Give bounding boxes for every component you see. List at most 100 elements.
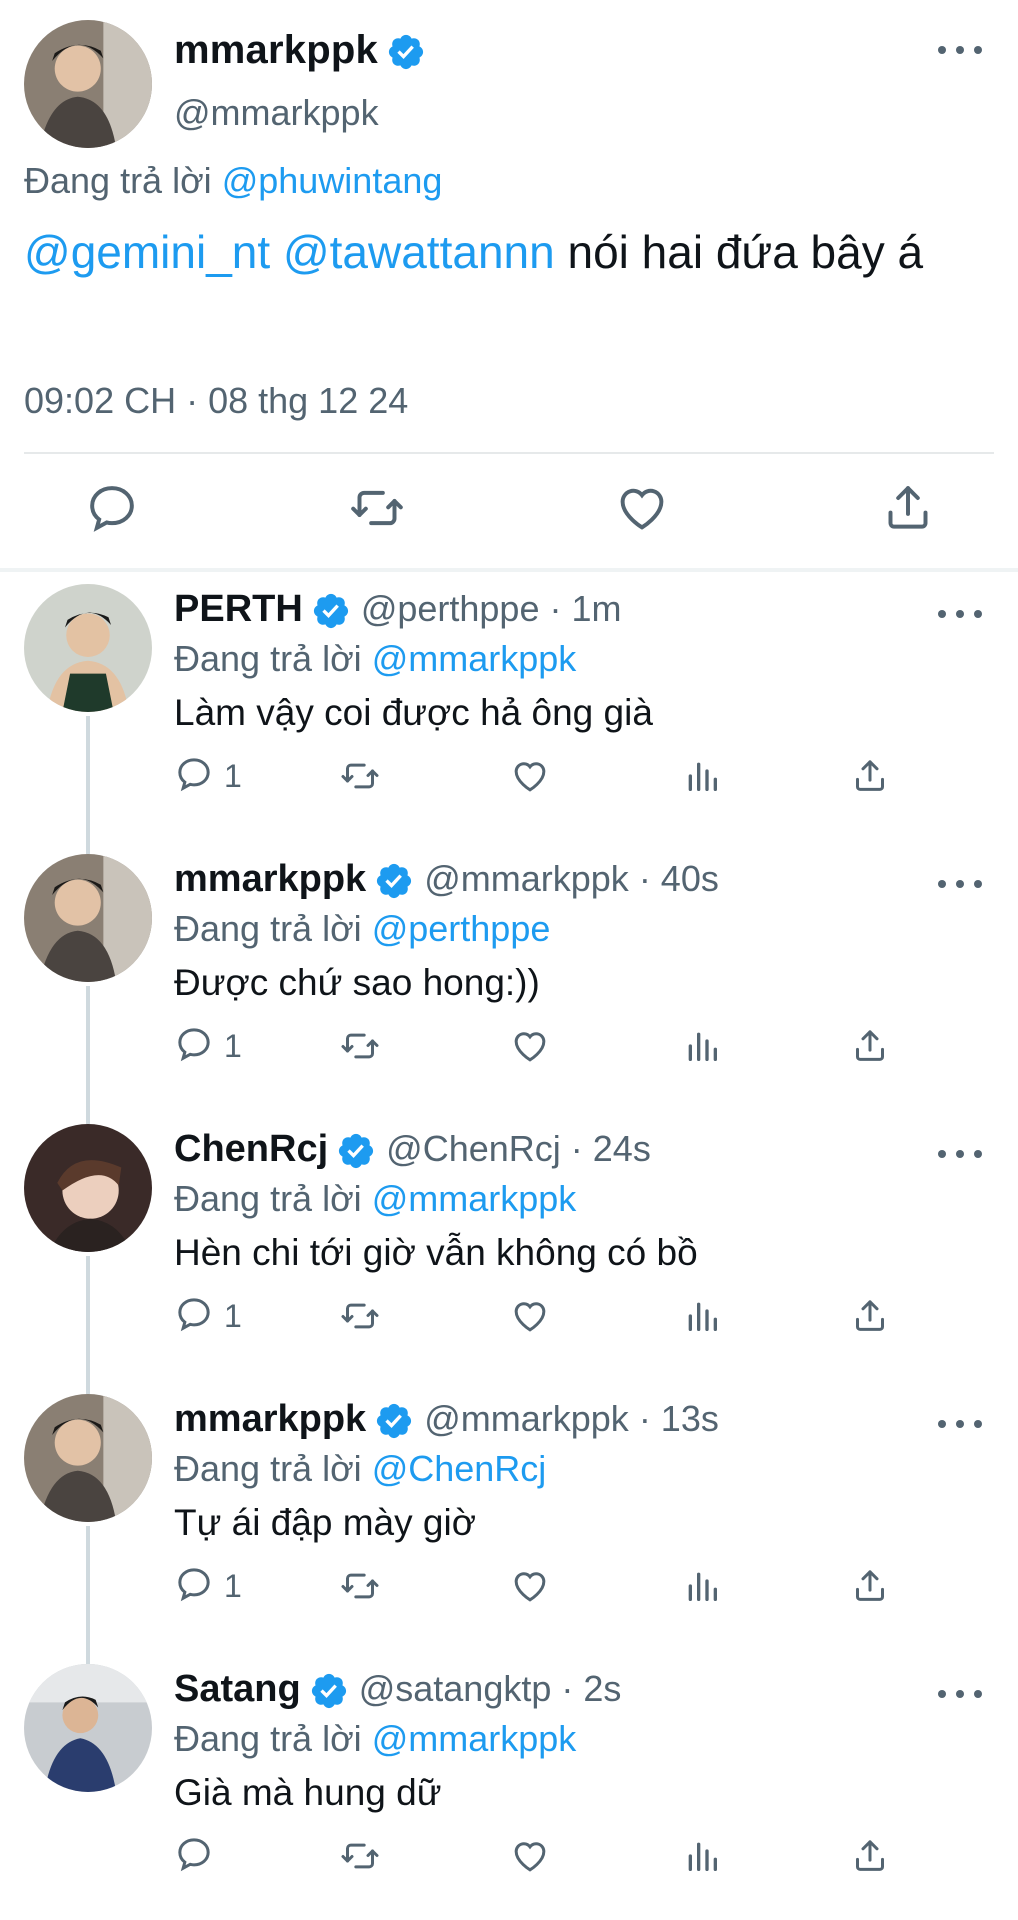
replying-to-mention[interactable]: @mmarkppk [372, 1178, 577, 1219]
reply-header: ChenRcj @ChenRcj · 24s [174, 1128, 651, 1171]
verified-badge-icon [309, 1671, 349, 1711]
reply-tweet[interactable]: mmarkppk @mmarkppk · 13s Đang trả lời @C… [0, 1394, 1018, 1634]
avatar[interactable] [24, 20, 152, 148]
reply-header: mmarkppk @mmarkppk · 40s [174, 858, 719, 901]
share-icon[interactable] [850, 1564, 890, 1608]
author-name[interactable]: mmarkppk [174, 858, 366, 900]
retweet-icon[interactable] [340, 1834, 380, 1878]
reply-time: · 1m [549, 588, 622, 629]
retweet-icon[interactable] [349, 480, 405, 536]
reply-icon[interactable] [84, 480, 140, 536]
reply-icon [174, 1294, 214, 1339]
retweet-icon[interactable] [340, 1294, 380, 1338]
share-icon[interactable] [850, 754, 890, 798]
reply-action-bar: 1 [174, 754, 914, 798]
replying-to: Đang trả lời @ChenRcj [174, 1448, 547, 1489]
avatar[interactable] [24, 584, 152, 712]
replying-to-mention[interactable]: @perthppe [372, 908, 551, 949]
mention-link[interactable]: @tawattannn [283, 226, 555, 278]
section-separator [0, 568, 1018, 572]
reply-text: Được chứ sao hong:)) [174, 962, 540, 1003]
like-icon[interactable] [614, 480, 670, 536]
verified-badge-icon [386, 32, 426, 72]
more-options-icon[interactable] [938, 874, 982, 894]
like-icon[interactable] [510, 754, 550, 798]
share-icon[interactable] [880, 480, 936, 536]
views-icon[interactable] [682, 1834, 722, 1878]
retweet-icon[interactable] [340, 1564, 380, 1608]
reply-time: · 24s [570, 1128, 651, 1169]
verified-badge-icon [374, 1401, 414, 1441]
reply-count: 1 [224, 1027, 242, 1064]
author-name[interactable]: PERTH [174, 588, 303, 630]
verified-badge-icon [311, 591, 351, 631]
replying-to: Đang trả lời @mmarkppk [174, 638, 577, 679]
reply-tweet[interactable]: ChenRcj @ChenRcj · 24s Đang trả lời @mma… [0, 1124, 1018, 1364]
share-icon[interactable] [850, 1834, 890, 1878]
reply-button[interactable]: 1 [174, 1294, 242, 1338]
verified-badge-icon [374, 861, 414, 901]
author-handle[interactable]: @mmarkppk [424, 858, 629, 899]
views-icon[interactable] [682, 1294, 722, 1338]
mention-link[interactable]: @gemini_nt [24, 226, 270, 278]
reply-icon [174, 754, 214, 799]
author-handle[interactable]: @mmarkppk [174, 92, 379, 134]
retweet-icon[interactable] [340, 1024, 380, 1068]
avatar[interactable] [24, 854, 152, 982]
share-icon[interactable] [850, 1024, 890, 1068]
tweet-text: @gemini_nt @tawattannn nói hai đứa bây á [24, 226, 924, 278]
replying-to-mention[interactable]: @mmarkppk [372, 1718, 577, 1759]
author-name[interactable]: ChenRcj [174, 1128, 328, 1170]
verified-badge-icon [336, 1131, 376, 1171]
reply-tweet[interactable]: PERTH @perthppe · 1m Đang trả lời @mmark… [0, 584, 1018, 824]
replying-to: Đang trả lời @mmarkppk [174, 1718, 577, 1759]
replying-to-mention[interactable]: @phuwintang [222, 160, 443, 201]
like-icon[interactable] [510, 1294, 550, 1338]
tweet-timestamp[interactable]: 09:02 CH · 08 thg 12 24 [24, 380, 408, 422]
author-name[interactable]: Satang [174, 1668, 301, 1710]
author-name[interactable]: mmarkppk [174, 28, 426, 73]
like-icon[interactable] [510, 1024, 550, 1068]
reply-action-bar [174, 1834, 914, 1878]
avatar[interactable] [24, 1394, 152, 1522]
author-handle[interactable]: @satangktp [359, 1668, 552, 1709]
replying-to: Đang trả lời @perthppe [174, 908, 551, 949]
reply-button[interactable]: 1 [174, 1024, 242, 1068]
retweet-icon[interactable] [340, 754, 380, 798]
reply-tweet[interactable]: mmarkppk @mmarkppk · 40s Đang trả lời @p… [0, 854, 1018, 1094]
reply-time: · 2s [561, 1668, 622, 1709]
avatar[interactable] [24, 1124, 152, 1252]
reply-button[interactable]: 1 [174, 754, 242, 798]
more-options-icon[interactable] [938, 1414, 982, 1434]
more-options-icon[interactable] [938, 1144, 982, 1164]
more-options-icon[interactable] [938, 40, 982, 60]
reply-button[interactable] [174, 1834, 224, 1878]
replying-to-mention[interactable]: @mmarkppk [372, 638, 577, 679]
more-options-icon[interactable] [938, 604, 982, 624]
reply-time: · 40s [638, 858, 719, 899]
reply-icon [174, 1834, 214, 1879]
replying-to-mention[interactable]: @ChenRcj [372, 1448, 547, 1489]
author-handle[interactable]: @ChenRcj [386, 1128, 561, 1169]
replying-to: Đang trả lời @phuwintang [24, 160, 443, 201]
divider [24, 452, 994, 454]
reply-header: PERTH @perthppe · 1m [174, 588, 622, 631]
reply-button[interactable]: 1 [174, 1564, 242, 1608]
views-icon[interactable] [682, 754, 722, 798]
like-icon[interactable] [510, 1834, 550, 1878]
reply-header: Satang @satangktp · 2s [174, 1668, 621, 1711]
author-name[interactable]: mmarkppk [174, 1398, 366, 1440]
author-handle[interactable]: @perthppe [361, 588, 540, 629]
reply-tweet[interactable]: Satang @satangktp · 2s Đang trả lời @mma… [0, 1664, 1018, 1904]
reply-header: mmarkppk @mmarkppk · 13s [174, 1398, 719, 1441]
avatar[interactable] [24, 1664, 152, 1792]
author-handle[interactable]: @mmarkppk [424, 1398, 629, 1439]
views-icon[interactable] [682, 1564, 722, 1608]
views-icon[interactable] [682, 1024, 722, 1068]
reply-icon [174, 1564, 214, 1609]
reply-text: Hèn chi tới giờ vẫn không có bồ [174, 1232, 698, 1273]
reply-action-bar: 1 [174, 1024, 914, 1068]
like-icon[interactable] [510, 1564, 550, 1608]
more-options-icon[interactable] [938, 1684, 982, 1704]
share-icon[interactable] [850, 1294, 890, 1338]
